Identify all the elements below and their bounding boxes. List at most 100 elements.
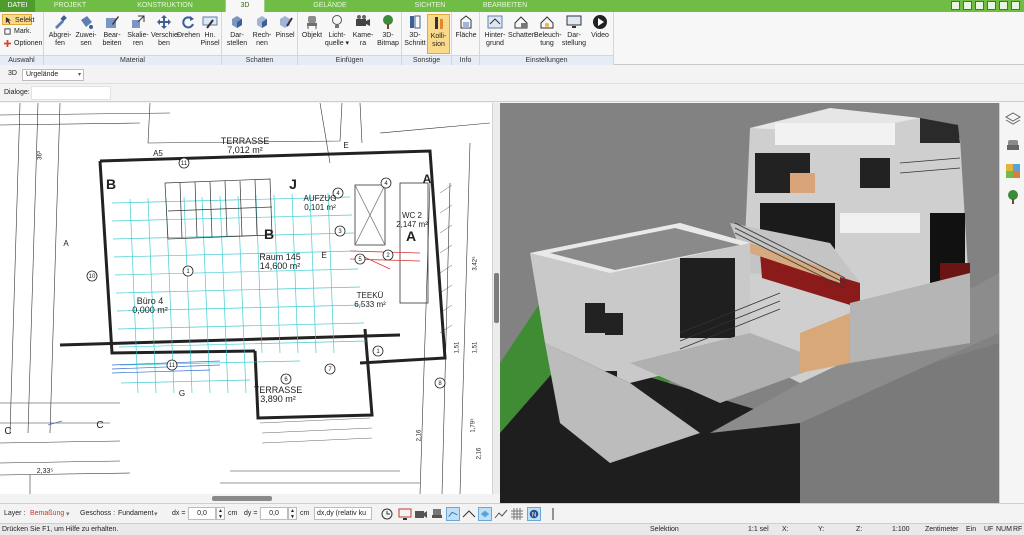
dx-input[interactable]: 0,0 [188,507,216,520]
group-label-sonstige: Sonstige [402,55,451,65]
schatten-settings-button[interactable]: Schatten [508,14,536,54]
plan-vertical-scrollbar[interactable] [492,103,500,494]
axis-label: E [343,141,349,150]
video-button[interactable]: Video [588,14,612,54]
wall-icon[interactable] [446,507,460,521]
settings-icon[interactable] [999,1,1008,10]
tab-datei[interactable]: DATEI [0,0,35,12]
hintergrund-button[interactable]: Hinter- grund [482,14,508,54]
separator-icon [552,508,554,520]
tab-gelaende[interactable]: GELÄNDE [265,0,395,12]
calendar-icon[interactable] [987,1,996,10]
color-palette-icon[interactable] [1005,163,1021,179]
3d-view[interactable] [500,103,999,503]
svg-text:N: N [532,513,536,519]
group-info: Fläche Info [452,12,480,65]
dy-spinner[interactable]: ▲ ▼ [288,507,297,520]
axis-label: J [289,176,297,192]
tab-bearbeiten[interactable]: BEARBEITEN [465,0,545,12]
svg-text:11: 11 [181,161,188,167]
3d-surface-icon[interactable] [478,507,492,521]
tab-konstruktion[interactable]: KONSTRUKTION [105,0,225,12]
north-icon[interactable]: N [527,507,541,521]
tree-icon[interactable] [1005,189,1021,205]
bearbeiten-button[interactable]: Bear- beiten [99,14,125,54]
flaeche-button[interactable]: Fläche [454,14,478,54]
status-bar: Drücken Sie F1, um Hilfe zu erhalten. Se… [0,523,1024,535]
layer-value[interactable]: Bemaßung [30,510,64,517]
group-material: Abgrei- fen Zuwei- sen Bear- beiten Skal… [44,12,222,65]
status-ein: Ein [966,526,977,533]
camera-icon[interactable] [414,507,428,521]
plan-horizontal-scrollbar[interactable] [212,496,272,501]
darstellen-button[interactable]: Dar- stellen [224,14,250,54]
beleuchtung-button[interactable]: Beleuch- tung [534,14,562,54]
floor-plan-view[interactable]: 1 10 52 43 11 6 71 11 8 4 TERRASSE 7,012 m²… [0,103,492,494]
darstellung-button[interactable]: Dar- stellung [560,14,588,54]
dialoge-label: Dialoge: [4,89,30,96]
save-icon[interactable] [975,1,984,10]
schatten-pinsel-button[interactable]: Pinsel [274,14,296,54]
input-mode-select[interactable]: dx,dy (relativ ku [314,507,372,520]
clock-icon[interactable] [380,507,394,521]
skalieren-button[interactable]: Skalie- ren [125,14,151,54]
room-label: Raum 145 14,600 m² [259,252,301,271]
view-toolbar: 3D Urgelände ▾ [0,66,1024,84]
chevron-down-icon[interactable]: ▾ [66,510,70,518]
grid-icon[interactable] [510,507,524,521]
mark-button[interactable]: Mark. [2,26,32,37]
dx-spinner[interactable]: ▲ ▼ [216,507,225,520]
3d-house-render [500,108,999,503]
hn-pinsel-button[interactable]: Hn. Pinsel [199,14,221,54]
armchair-icon[interactable] [1005,137,1021,153]
zuweisen-button[interactable]: Zuwei- sen [73,14,99,54]
abgreifen-button[interactable]: Abgrei- fen [47,14,73,54]
axis-label: E [321,251,327,260]
monitor-icon[interactable] [398,507,412,521]
kamera-button[interactable]: Kame- ra [350,14,376,54]
dialoge-field[interactable] [31,86,111,100]
status-num: NUM [996,526,1012,533]
pipette-icon [55,15,67,29]
tab-sichten[interactable]: SICHTEN [395,0,465,12]
dy-input[interactable]: 0,0 [260,507,288,520]
print-icon[interactable] [963,1,972,10]
axis-label: A [422,172,432,186]
group-label-schatten: Schatten [222,55,297,65]
house-light-icon [540,16,554,29]
roof-icon[interactable] [462,507,476,521]
verschieben-button[interactable]: Verschie- ben [151,14,180,54]
3d-schnitt-button[interactable]: 3D- Schnitt [404,14,426,54]
cursor-icon [5,17,12,24]
terrain-icon[interactable] [494,507,508,521]
house-shadow-icon [514,16,528,29]
3d-bitmap-button[interactable]: 3D- Bitmap [376,14,400,54]
tab-3d[interactable]: 3D [225,0,265,12]
kollision-button[interactable]: Kolli- sion [427,14,450,54]
compute-shadow-icon [257,16,267,28]
scroll-thumb[interactable] [494,273,499,323]
geschoss-value[interactable]: Fundament [118,510,153,517]
ribbon: Selekt Mark. Optionen Auswahl Abgrei- fe… [0,12,1024,65]
selekt-button[interactable]: Selekt [2,14,34,25]
optionen-button[interactable]: Optionen [2,38,42,49]
room-label: TEEKÜ 6,533 m² [354,291,386,309]
rechnen-button[interactable]: Rech- nen [250,14,274,54]
layers-icon[interactable] [1005,111,1021,127]
drehen-button[interactable]: Drehen [177,14,200,54]
chair-icon[interactable] [430,507,444,521]
dimension-label: 36³ [37,151,44,160]
help-icon[interactable] [1011,1,1020,10]
group-label-auswahl: Auswahl [0,55,43,65]
dx-label: dx = [172,510,186,517]
lichtquelle-button[interactable]: Licht- quelle ▾ [324,14,350,54]
tab-projekt[interactable]: PROJEKT [35,0,105,12]
layer-select[interactable]: Urgelände ▾ [22,69,84,81]
ribbon-tab-bar: DATEI PROJEKT KONSTRUKTION 3D GELÄNDE SI… [0,0,1024,12]
pen-icon[interactable] [951,1,960,10]
chevron-down-icon[interactable]: ▾ [154,510,158,518]
objekt-button[interactable]: Objekt [300,14,324,54]
group-label-material: Material [44,55,221,65]
axis-label: A [405,228,417,244]
group-einfuegen: Objekt Licht- quelle ▾ Kame- ra 3D- Bitm… [298,12,402,65]
